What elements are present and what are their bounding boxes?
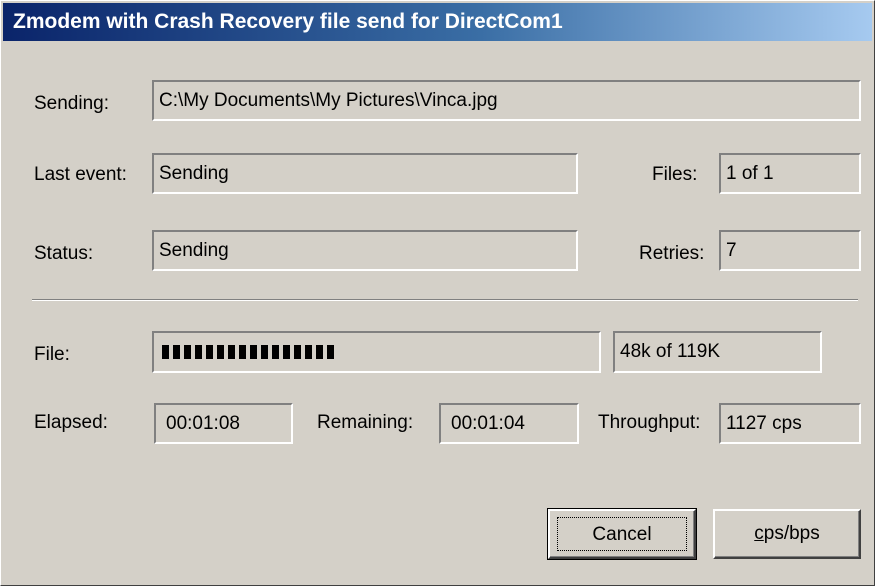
progress-block xyxy=(239,345,246,359)
cps-bps-toggle-button[interactable]: cps/bps xyxy=(713,509,861,559)
progress-block xyxy=(206,345,213,359)
section-divider xyxy=(32,299,858,301)
status-label: Status: xyxy=(34,243,94,264)
progress-block xyxy=(294,345,301,359)
sending-label: Sending: xyxy=(34,93,110,114)
cancel-button-label: Cancel xyxy=(557,517,687,551)
files-label: Files: xyxy=(652,164,698,185)
cancel-button[interactable]: Cancel xyxy=(547,508,697,560)
last-event-label: Last event: xyxy=(34,164,127,185)
cps-bps-button-label: cps/bps xyxy=(715,511,859,557)
progress-block xyxy=(162,345,169,359)
files-count-field: 1 of 1 xyxy=(719,153,861,194)
progress-block xyxy=(305,345,312,359)
remaining-label: Remaining: xyxy=(317,412,414,433)
file-progress-bar xyxy=(152,331,601,373)
progress-block xyxy=(250,345,257,359)
retries-field: 7 xyxy=(719,230,861,271)
progress-block xyxy=(184,345,191,359)
progress-block xyxy=(228,345,235,359)
progress-block xyxy=(272,345,279,359)
retries-label: Retries: xyxy=(639,243,705,264)
remaining-time-field: 00:01:04 xyxy=(439,403,579,444)
throughput-label: Throughput: xyxy=(598,412,701,433)
cps-bps-mnemonic: c xyxy=(754,523,764,544)
sending-path-field: C:\My Documents\My Pictures\Vinca.jpg xyxy=(152,80,861,121)
status-field: Sending xyxy=(152,230,578,271)
cps-bps-label-rest: ps/bps xyxy=(763,523,820,544)
elapsed-label: Elapsed: xyxy=(34,412,108,433)
progress-block xyxy=(195,345,202,359)
throughput-field: 1127 cps xyxy=(719,403,861,444)
progress-block xyxy=(327,345,334,359)
progress-block xyxy=(316,345,323,359)
progress-block xyxy=(283,345,290,359)
progress-block xyxy=(217,345,224,359)
last-event-field: Sending xyxy=(152,153,578,194)
window-title: Zmodem with Crash Recovery file send for… xyxy=(3,3,872,41)
file-size-field: 48k of 119K xyxy=(613,331,822,373)
file-label: File: xyxy=(34,344,70,365)
progress-block xyxy=(173,345,180,359)
file-progress-fill xyxy=(162,345,334,359)
elapsed-time-field: 00:01:08 xyxy=(154,403,293,444)
zmodem-transfer-dialog: Zmodem with Crash Recovery file send for… xyxy=(0,0,875,586)
progress-block xyxy=(261,345,268,359)
